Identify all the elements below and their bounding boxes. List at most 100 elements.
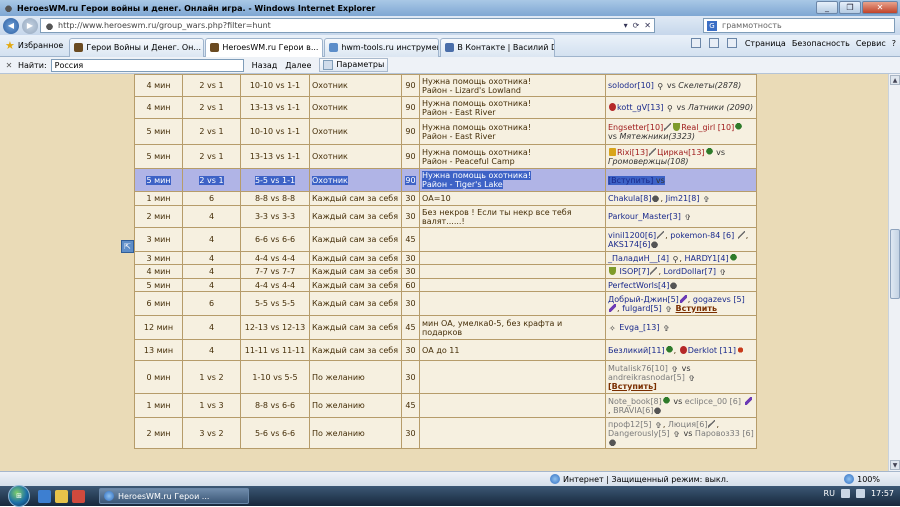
find-params-button[interactable]: Параметры: [319, 58, 389, 72]
timer-cell: 30: [401, 291, 420, 316]
format-cell: 4: [182, 278, 241, 292]
ankh-icon: ✞: [663, 324, 670, 333]
sword-icon: [650, 267, 658, 275]
scroll-thumb[interactable]: [890, 229, 900, 299]
player-name[interactable]: vinil1200[6]: [608, 231, 656, 240]
levels-cell-text: 12-13 vs 12-13: [244, 323, 306, 332]
player-name[interactable]: Безликий[11]: [608, 346, 665, 355]
refresh-button[interactable]: ⟳: [633, 19, 640, 32]
player-name[interactable]: Люция[6]: [668, 420, 708, 429]
side-expand-icon[interactable]: ⇱: [121, 240, 134, 253]
format-cell: 2 vs 1: [182, 118, 241, 145]
find-close-icon[interactable]: ✕: [3, 61, 15, 70]
network-icon[interactable]: [840, 489, 850, 498]
volume-icon[interactable]: [855, 489, 865, 498]
player-name[interactable]: HARDY1[4]: [685, 254, 729, 263]
player-name[interactable]: проф12[5]: [608, 420, 652, 429]
player-name[interactable]: solodor[10]: [608, 81, 654, 90]
player-name[interactable]: Mutalisk76[10]: [608, 364, 668, 373]
format-cell: 2 vs 1: [182, 144, 241, 169]
home-button[interactable]: [690, 38, 703, 48]
players-cell: kott_gV[13] ⚲ vs Латники (2090): [605, 96, 757, 119]
folder-quicklaunch-icon[interactable]: [55, 489, 68, 503]
player-name[interactable]: Добрый-Джин[5]: [608, 295, 679, 304]
taskbar-window-button[interactable]: HeroesWM.ru Герои ...: [99, 488, 249, 504]
player-name[interactable]: kott_gV[13]: [617, 103, 664, 112]
join-link[interactable]: [Вступить]: [608, 176, 653, 185]
start-button[interactable]: ⊞: [8, 485, 30, 507]
vs-label: vs: [676, 103, 686, 112]
vertical-scrollbar[interactable]: ▲ ▼: [888, 74, 900, 471]
close-button[interactable]: ✕: [862, 1, 898, 14]
player-name[interactable]: Циркач[13]: [657, 148, 704, 157]
player-name[interactable]: _ПаладиН__[4]: [608, 254, 669, 263]
players-cell: solodor[10] ⚲ vs Скелеты(2878): [605, 74, 757, 97]
maximize-button[interactable]: ❐: [839, 1, 861, 14]
player-name[interactable]: PerfectWorls[4]: [608, 281, 669, 290]
table-row: 5 мин 2 vs 1 5-5 vs 1-1 Охотник 90 Нужна помо…: [134, 168, 757, 192]
address-dropdown-button[interactable]: ▾: [624, 19, 628, 32]
tab-3[interactable]: hwm-tools.ru инструмент...: [324, 37, 440, 57]
players-cell: Добрый-Джин[5], gogazevs [5] , fulgard[5…: [605, 291, 757, 316]
find-back-button[interactable]: Назад: [252, 61, 278, 70]
player-name[interactable]: andreikrasnodar[5]: [608, 373, 685, 382]
tab-2[interactable]: HeroesWM.ru Герои в... ✕: [205, 37, 324, 57]
player-name[interactable]: LordDollar[7]: [664, 267, 716, 276]
player-name[interactable]: Note_book[8]: [608, 397, 662, 406]
player-name[interactable]: pokemon-84 [6]: [670, 231, 734, 240]
player-name[interactable]: fulgard[5]: [622, 304, 662, 313]
security-menu[interactable]: Безопасность: [792, 39, 850, 48]
search-input[interactable]: G граммотность: [703, 18, 895, 33]
tab-close-icon[interactable]: ✕: [321, 43, 322, 52]
format-cell: 2 vs 1: [182, 74, 241, 97]
print-button[interactable]: [726, 38, 739, 48]
players-cell: Rixi[13] Циркач[13] vs Громовержцы(108): [605, 144, 757, 169]
format-cell-text: 2 vs 1: [199, 103, 224, 112]
forward-button[interactable]: ▶: [22, 17, 38, 34]
feeds-button[interactable]: [708, 38, 721, 48]
zoom-control[interactable]: 100%: [844, 474, 880, 484]
ie-quicklaunch-icon[interactable]: [38, 489, 51, 503]
time-cell: 1 мин: [134, 393, 183, 418]
dark-elf-icon: ✧: [609, 324, 616, 333]
service-menu[interactable]: Сервис: [856, 39, 886, 48]
player-name[interactable]: Engsetter[10]: [608, 123, 663, 132]
player-name[interactable]: Rixi[13]: [617, 148, 648, 157]
player-name[interactable]: BRAVIA[6]: [613, 406, 653, 415]
minimize-button[interactable]: _: [816, 1, 838, 14]
address-field[interactable]: http://www.heroeswm.ru/group_wars.php?fi…: [40, 18, 655, 33]
description-cell: Нужна помощь охотника! Район - Peaceful …: [419, 144, 606, 169]
players-cell: проф12[5] ✞, Люция[6], Dangerously[5] ✞ …: [605, 417, 757, 449]
join-link[interactable]: Вступить: [676, 304, 718, 313]
player-name[interactable]: Real_girl [10]: [681, 123, 734, 132]
description-cell-text: мин ОА, умелка0-5, без крафта и подарков: [422, 318, 563, 337]
media-quicklaunch-icon[interactable]: [72, 489, 85, 503]
player-name[interactable]: Parkour_Master[3]: [608, 212, 681, 221]
tab-4[interactable]: В Контакте | Василий Des...: [440, 37, 556, 57]
scroll-down-icon[interactable]: ▼: [890, 460, 900, 470]
player-name[interactable]: eclipce_00 [6]: [685, 397, 741, 406]
player-name[interactable]: ISOP[7]: [620, 267, 650, 276]
player-name[interactable]: gogazevs [5]: [693, 295, 745, 304]
sword-icon: [664, 122, 672, 131]
language-indicator[interactable]: RU: [824, 489, 835, 498]
tab-1[interactable]: Герои Войны и Денег. Он...: [69, 37, 205, 57]
levels-cell: 11-11 vs 11-11: [240, 339, 310, 361]
back-button[interactable]: ◀: [3, 17, 19, 34]
scroll-up-icon[interactable]: ▲: [890, 75, 900, 85]
player-name[interactable]: Jim21[8]: [666, 194, 700, 203]
join-link[interactable]: [Вступить]: [608, 382, 657, 391]
player-name[interactable]: Dangerously[5]: [608, 429, 670, 438]
help-button[interactable]: ?: [892, 39, 896, 48]
stop-button[interactable]: ✕: [644, 19, 651, 32]
player-name[interactable]: Chakula[8]: [608, 194, 651, 203]
player-name[interactable]: Evga_[13]: [619, 323, 659, 332]
command-bar: Страница Безопасность Сервис ?: [690, 38, 896, 48]
player-name[interactable]: AKS174[6]: [608, 240, 650, 249]
find-input[interactable]: Россия: [50, 58, 244, 72]
favorites-button[interactable]: ★ Избранное: [0, 37, 68, 55]
player-name[interactable]: Паровоз33 [6]: [695, 429, 754, 438]
page-menu[interactable]: Страница: [745, 39, 786, 48]
player-name[interactable]: Derklot [11]: [688, 346, 736, 355]
find-next-button[interactable]: Далее: [285, 61, 311, 70]
